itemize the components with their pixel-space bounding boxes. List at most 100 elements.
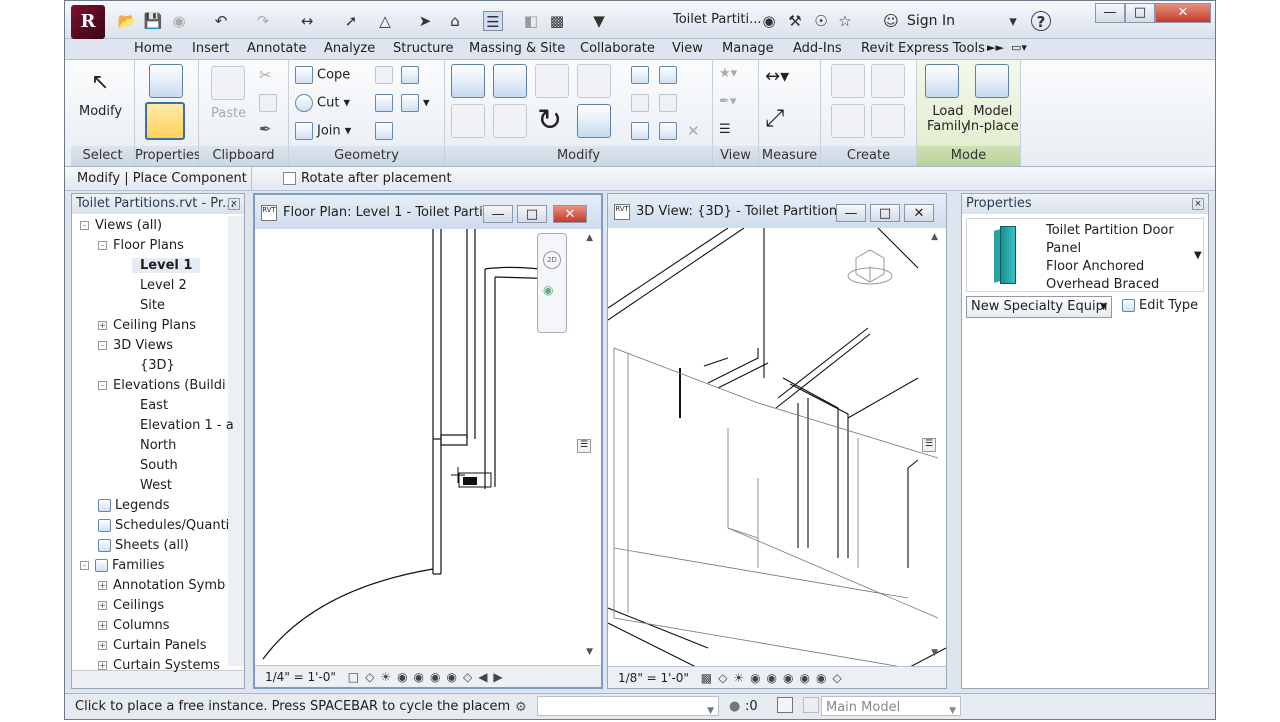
minimize-button[interactable]: — — [1095, 3, 1125, 23]
join-button[interactable]: Join ▾ — [295, 122, 351, 140]
view-maximize-button[interactable]: □ — [517, 205, 547, 223]
split-gap-icon[interactable] — [659, 66, 681, 84]
ribbon-minimize-icon[interactable]: ▭▾ — [1011, 41, 1027, 54]
tab-home[interactable]: Home — [134, 41, 172, 56]
tree-east[interactable]: East — [140, 398, 168, 413]
paste-button[interactable]: Paste — [211, 106, 246, 121]
3d-view[interactable]: 3D View: {3D} - Toilet Partitions... RVT… — [607, 193, 947, 689]
vp1-split-handle[interactable]: ☰ — [577, 439, 591, 453]
text-icon[interactable]: ➤ — [415, 11, 435, 31]
3d-view-control-icons[interactable]: ▩◇☀◉◉◉◉◉◇ — [701, 671, 848, 685]
tab-analyze[interactable]: Analyze — [324, 41, 375, 56]
undo-icon[interactable]: ↶ — [211, 11, 231, 31]
revit-logo-button[interactable]: R — [71, 5, 105, 39]
maximize-button[interactable]: □ — [1125, 3, 1155, 23]
vp2-scroll-up[interactable]: ▲ — [931, 232, 938, 242]
sync-icon[interactable]: ◉ — [169, 11, 189, 31]
delete-icon[interactable]: ✕ — [687, 122, 700, 140]
tree-schedules[interactable]: Schedules/Quanti — [98, 518, 229, 533]
tree-3d[interactable]: {3D} — [140, 358, 175, 373]
model-inplace-icon[interactable] — [975, 64, 1009, 98]
tab-massing-site[interactable]: Massing & Site — [469, 41, 565, 56]
modify-button[interactable]: Modify — [79, 104, 122, 119]
hide-icon[interactable]: ★▾ — [719, 66, 737, 81]
customize-qat-icon[interactable]: ▼ — [589, 11, 609, 31]
redo-icon[interactable]: ↷ — [253, 11, 273, 31]
editing-requests-icon[interactable] — [777, 697, 793, 713]
more-tabs-icon[interactable]: ►► — [987, 41, 1004, 54]
tree-sheets[interactable]: Sheets (all) — [98, 538, 189, 553]
tab-structure[interactable]: Structure — [393, 41, 453, 56]
tree-legends[interactable]: Legends — [98, 498, 170, 513]
browser-close-icon[interactable]: × — [228, 198, 240, 210]
align-icon[interactable] — [451, 64, 485, 98]
type-selector-dropdown-icon[interactable]: ▼ — [1194, 250, 1202, 261]
tab-manage[interactable]: Manage — [722, 41, 774, 56]
dimension-icon[interactable]: ➚ — [341, 11, 361, 31]
vp1-scroll-up[interactable]: ▲ — [586, 233, 593, 243]
model-inplace-button[interactable]: Model In-place — [967, 104, 1019, 134]
binoculars-icon[interactable]: ◉ — [759, 11, 779, 31]
communication-icon[interactable]: ☉ — [811, 11, 831, 31]
tab-insert[interactable]: Insert — [192, 41, 229, 56]
vp2-split-handle[interactable]: ☰ — [922, 438, 936, 452]
floor-scale[interactable]: 1/4" = 1'-0" — [265, 670, 336, 684]
3d-view-close-button[interactable]: ✕ — [904, 204, 934, 222]
modify-cursor-icon[interactable]: ↖ — [91, 70, 109, 95]
type-properties-icon[interactable] — [149, 64, 183, 98]
user-icon[interactable]: ☺ — [881, 11, 901, 31]
sign-in-button[interactable]: Sign In — [907, 13, 955, 29]
subscription-icon[interactable]: ⚒ — [785, 11, 805, 31]
measure-icon[interactable]: ↔ — [297, 11, 317, 31]
load-family-icon[interactable] — [925, 64, 959, 98]
signin-dropdown-icon[interactable]: ▾ — [1003, 11, 1023, 31]
create-parts-icon[interactable] — [871, 64, 905, 98]
steering-wheel-icon[interactable]: 2D — [543, 251, 561, 269]
tab-revit-express-tools[interactable]: Revit Express Tools — [861, 41, 985, 56]
3d-view-maximize-button[interactable]: □ — [870, 204, 900, 222]
element-properties-icon[interactable] — [145, 102, 185, 140]
switch-windows-icon[interactable]: ▩ — [547, 11, 567, 31]
offset-icon[interactable] — [493, 64, 527, 98]
tree-columns[interactable]: + Columns — [98, 618, 170, 633]
tree-ceiling-plans[interactable]: + Ceiling Plans — [98, 318, 196, 333]
tree-north[interactable]: North — [140, 438, 176, 453]
copy-modify-icon[interactable] — [493, 104, 527, 138]
paint-icon[interactable] — [401, 66, 423, 84]
default-3d-icon[interactable]: ⌂ — [445, 11, 465, 31]
create-assembly-icon[interactable] — [831, 64, 865, 98]
close-hidden-icon[interactable]: ◧ — [521, 11, 541, 31]
filter-icon[interactable]: ● — [729, 696, 740, 718]
3d-scale[interactable]: 1/8" = 1'-0" — [618, 671, 689, 685]
array-icon[interactable] — [631, 94, 653, 112]
tree-site[interactable]: Site — [140, 298, 165, 313]
create-similar-icon[interactable] — [871, 104, 905, 138]
tab-view[interactable]: View — [672, 41, 703, 56]
tree-south[interactable]: South — [140, 458, 178, 473]
rotate-icon[interactable]: ↻ — [537, 104, 562, 138]
tree-curtain-panels[interactable]: + Curtain Panels — [98, 638, 207, 653]
rotate-checkbox[interactable] — [283, 172, 296, 185]
favorites-icon[interactable]: ☆ — [835, 11, 855, 31]
pin-icon[interactable] — [659, 122, 681, 140]
cope-button[interactable]: Cope — [295, 66, 350, 84]
workset-select[interactable]: ▼ — [537, 696, 719, 716]
mirror-draw-icon[interactable] — [577, 64, 611, 98]
linework-icon[interactable] — [375, 122, 397, 140]
tree-west[interactable]: West — [140, 478, 172, 493]
floor-plan-view[interactable]: Floor Plan: Level 1 - Toilet Parti... RV… — [253, 193, 603, 689]
split-face-icon[interactable] — [375, 94, 397, 112]
design-options-icon[interactable] — [803, 697, 819, 713]
thin-lines-icon[interactable]: ☰ — [483, 11, 503, 31]
worksets-icon[interactable]: ⚙ — [515, 697, 533, 715]
tree-elevations[interactable]: - Elevations (Buildi — [98, 378, 226, 393]
cut-button[interactable]: Cut ▾ — [295, 94, 350, 112]
trim-icon[interactable] — [577, 104, 611, 138]
tree-views-all[interactable]: - Views (all) — [80, 218, 162, 233]
measure-between-icon[interactable]: ↔▾ — [765, 66, 789, 87]
tree-curtain-systems[interactable]: + Curtain Systems — [98, 658, 220, 673]
tree-level-1[interactable]: Level 1 — [132, 258, 201, 273]
tree-3d-views[interactable]: -3D Views — [98, 338, 173, 353]
tree-families[interactable]: - Families — [80, 558, 165, 573]
view-control-icons[interactable]: □◇☀◉◉◉◉◇◀▶ — [348, 670, 509, 684]
